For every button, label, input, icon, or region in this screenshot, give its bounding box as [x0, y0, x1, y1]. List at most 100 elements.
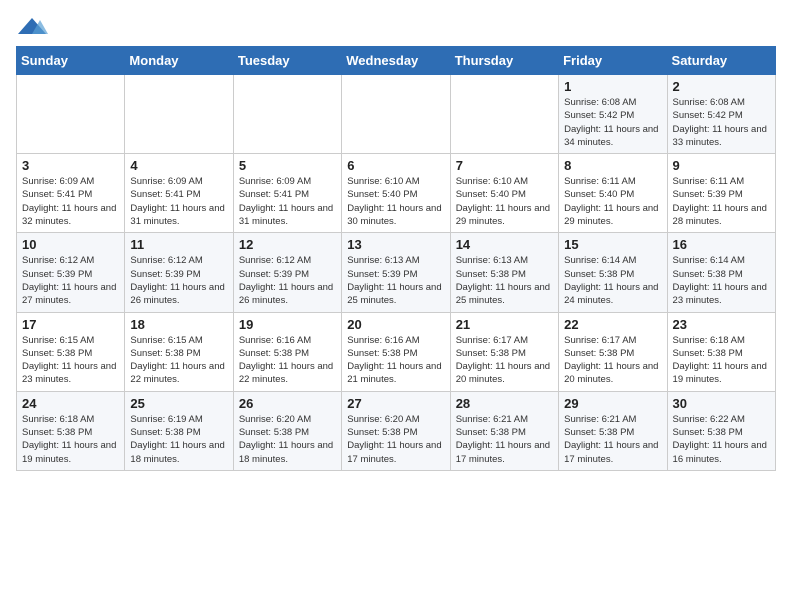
day-header-tuesday: Tuesday: [233, 47, 341, 75]
calendar-cell: 24 Sunrise: 6:18 AM Sunset: 5:38 PM Dayli…: [17, 391, 125, 470]
day-number: 4: [130, 158, 227, 173]
day-info: Sunrise: 6:08 AM Sunset: 5:42 PM Dayligh…: [564, 96, 661, 149]
calendar-cell: 17 Sunrise: 6:15 AM Sunset: 5:38 PM Dayli…: [17, 312, 125, 391]
calendar-cell: 11 Sunrise: 6:12 AM Sunset: 5:39 PM Dayli…: [125, 233, 233, 312]
day-number: 28: [456, 396, 553, 411]
calendar-cell: [342, 75, 450, 154]
calendar-cell: 27Sunrise: 6:20 AM Sunset: 5:38 PM Dayli…: [342, 391, 450, 470]
day-number: 5: [239, 158, 336, 173]
day-number: 30: [673, 396, 770, 411]
day-number: 19: [239, 317, 336, 332]
day-info: Sunrise: 6:12 AM Sunset: 5:39 PM Dayligh…: [22, 254, 119, 307]
calendar-header-row: SundayMondayTuesdayWednesdayThursdayFrid…: [17, 47, 776, 75]
day-header-monday: Monday: [125, 47, 233, 75]
day-number: 17: [22, 317, 119, 332]
day-number: 20: [347, 317, 444, 332]
calendar-cell: 16Sunrise: 6:14 AM Sunset: 5:38 PM Dayli…: [667, 233, 775, 312]
day-info: Sunrise: 6:14 AM Sunset: 5:38 PM Dayligh…: [564, 254, 661, 307]
day-info: Sunrise: 6:09 AM Sunset: 5:41 PM Dayligh…: [130, 175, 227, 228]
calendar-week-row: 24 Sunrise: 6:18 AM Sunset: 5:38 PM Dayli…: [17, 391, 776, 470]
day-number: 23: [673, 317, 770, 332]
day-number: 18: [130, 317, 227, 332]
logo: [16, 16, 50, 38]
day-number: 25: [130, 396, 227, 411]
day-info: Sunrise: 6:09 AM Sunset: 5:41 PM Dayligh…: [239, 175, 336, 228]
day-info: Sunrise: 6:22 AM Sunset: 5:38 PM Dayligh…: [673, 413, 770, 466]
calendar-week-row: 1 Sunrise: 6:08 AM Sunset: 5:42 PM Daylig…: [17, 75, 776, 154]
day-number: 13: [347, 237, 444, 252]
calendar-table: SundayMondayTuesdayWednesdayThursdayFrid…: [16, 46, 776, 471]
day-number: 29: [564, 396, 661, 411]
calendar-week-row: 3 Sunrise: 6:09 AM Sunset: 5:41 PM Daylig…: [17, 154, 776, 233]
day-header-sunday: Sunday: [17, 47, 125, 75]
calendar-cell: 4 Sunrise: 6:09 AM Sunset: 5:41 PM Daylig…: [125, 154, 233, 233]
calendar-cell: 22 Sunrise: 6:17 AM Sunset: 5:38 PM Dayli…: [559, 312, 667, 391]
day-number: 6: [347, 158, 444, 173]
calendar-cell: [125, 75, 233, 154]
day-header-wednesday: Wednesday: [342, 47, 450, 75]
day-number: 2: [673, 79, 770, 94]
calendar-cell: 30 Sunrise: 6:22 AM Sunset: 5:38 PM Dayli…: [667, 391, 775, 470]
day-number: 7: [456, 158, 553, 173]
day-info: Sunrise: 6:20 AM Sunset: 5:38 PM Dayligh…: [239, 413, 336, 466]
day-info: Sunrise: 6:11 AM Sunset: 5:39 PM Dayligh…: [673, 175, 770, 228]
day-number: 11: [130, 237, 227, 252]
calendar-cell: 18 Sunrise: 6:15 AM Sunset: 5:38 PM Dayli…: [125, 312, 233, 391]
day-info: Sunrise: 6:16 AM Sunset: 5:38 PM Dayligh…: [347, 334, 444, 387]
calendar-cell: 1 Sunrise: 6:08 AM Sunset: 5:42 PM Daylig…: [559, 75, 667, 154]
day-number: 16: [673, 237, 770, 252]
day-info: Sunrise: 6:19 AM Sunset: 5:38 PM Dayligh…: [130, 413, 227, 466]
day-info: Sunrise: 6:12 AM Sunset: 5:39 PM Dayligh…: [239, 254, 336, 307]
day-info: Sunrise: 6:16 AM Sunset: 5:38 PM Dayligh…: [239, 334, 336, 387]
day-number: 21: [456, 317, 553, 332]
calendar-cell: 20 Sunrise: 6:16 AM Sunset: 5:38 PM Dayli…: [342, 312, 450, 391]
day-header-thursday: Thursday: [450, 47, 558, 75]
day-info: Sunrise: 6:09 AM Sunset: 5:41 PM Dayligh…: [22, 175, 119, 228]
day-info: Sunrise: 6:15 AM Sunset: 5:38 PM Dayligh…: [22, 334, 119, 387]
day-info: Sunrise: 6:11 AM Sunset: 5:40 PM Dayligh…: [564, 175, 661, 228]
page-header: [16, 16, 776, 38]
calendar-cell: [233, 75, 341, 154]
calendar-cell: 23Sunrise: 6:18 AM Sunset: 5:38 PM Dayli…: [667, 312, 775, 391]
calendar-cell: 7 Sunrise: 6:10 AM Sunset: 5:40 PM Daylig…: [450, 154, 558, 233]
day-number: 15: [564, 237, 661, 252]
day-info: Sunrise: 6:12 AM Sunset: 5:39 PM Dayligh…: [130, 254, 227, 307]
day-info: Sunrise: 6:21 AM Sunset: 5:38 PM Dayligh…: [456, 413, 553, 466]
day-info: Sunrise: 6:15 AM Sunset: 5:38 PM Dayligh…: [130, 334, 227, 387]
day-header-saturday: Saturday: [667, 47, 775, 75]
calendar-cell: 10 Sunrise: 6:12 AM Sunset: 5:39 PM Dayli…: [17, 233, 125, 312]
day-number: 3: [22, 158, 119, 173]
day-info: Sunrise: 6:18 AM Sunset: 5:38 PM Dayligh…: [22, 413, 119, 466]
day-info: Sunrise: 6:20 AM Sunset: 5:38 PM Dayligh…: [347, 413, 444, 466]
day-header-friday: Friday: [559, 47, 667, 75]
day-number: 14: [456, 237, 553, 252]
calendar-cell: 8 Sunrise: 6:11 AM Sunset: 5:40 PM Daylig…: [559, 154, 667, 233]
calendar-cell: 15 Sunrise: 6:14 AM Sunset: 5:38 PM Dayli…: [559, 233, 667, 312]
calendar-week-row: 17 Sunrise: 6:15 AM Sunset: 5:38 PM Dayli…: [17, 312, 776, 391]
day-number: 1: [564, 79, 661, 94]
calendar-cell: 2Sunrise: 6:08 AM Sunset: 5:42 PM Daylig…: [667, 75, 775, 154]
calendar-cell: 19 Sunrise: 6:16 AM Sunset: 5:38 PM Dayli…: [233, 312, 341, 391]
day-number: 8: [564, 158, 661, 173]
day-number: 10: [22, 237, 119, 252]
day-number: 12: [239, 237, 336, 252]
day-info: Sunrise: 6:10 AM Sunset: 5:40 PM Dayligh…: [456, 175, 553, 228]
day-info: Sunrise: 6:17 AM Sunset: 5:38 PM Dayligh…: [564, 334, 661, 387]
calendar-cell: 14 Sunrise: 6:13 AM Sunset: 5:38 PM Dayli…: [450, 233, 558, 312]
calendar-cell: 6Sunrise: 6:10 AM Sunset: 5:40 PM Daylig…: [342, 154, 450, 233]
calendar-cell: 12 Sunrise: 6:12 AM Sunset: 5:39 PM Dayli…: [233, 233, 341, 312]
calendar-cell: 3 Sunrise: 6:09 AM Sunset: 5:41 PM Daylig…: [17, 154, 125, 233]
day-number: 22: [564, 317, 661, 332]
day-info: Sunrise: 6:21 AM Sunset: 5:38 PM Dayligh…: [564, 413, 661, 466]
calendar-cell: [17, 75, 125, 154]
calendar-cell: 13 Sunrise: 6:13 AM Sunset: 5:39 PM Dayli…: [342, 233, 450, 312]
day-number: 24: [22, 396, 119, 411]
calendar-cell: 28 Sunrise: 6:21 AM Sunset: 5:38 PM Dayli…: [450, 391, 558, 470]
day-info: Sunrise: 6:13 AM Sunset: 5:38 PM Dayligh…: [456, 254, 553, 307]
calendar-cell: 9Sunrise: 6:11 AM Sunset: 5:39 PM Daylig…: [667, 154, 775, 233]
day-number: 26: [239, 396, 336, 411]
calendar-cell: 25 Sunrise: 6:19 AM Sunset: 5:38 PM Dayli…: [125, 391, 233, 470]
calendar-week-row: 10 Sunrise: 6:12 AM Sunset: 5:39 PM Dayli…: [17, 233, 776, 312]
logo-icon: [16, 16, 48, 38]
day-info: Sunrise: 6:13 AM Sunset: 5:39 PM Dayligh…: [347, 254, 444, 307]
